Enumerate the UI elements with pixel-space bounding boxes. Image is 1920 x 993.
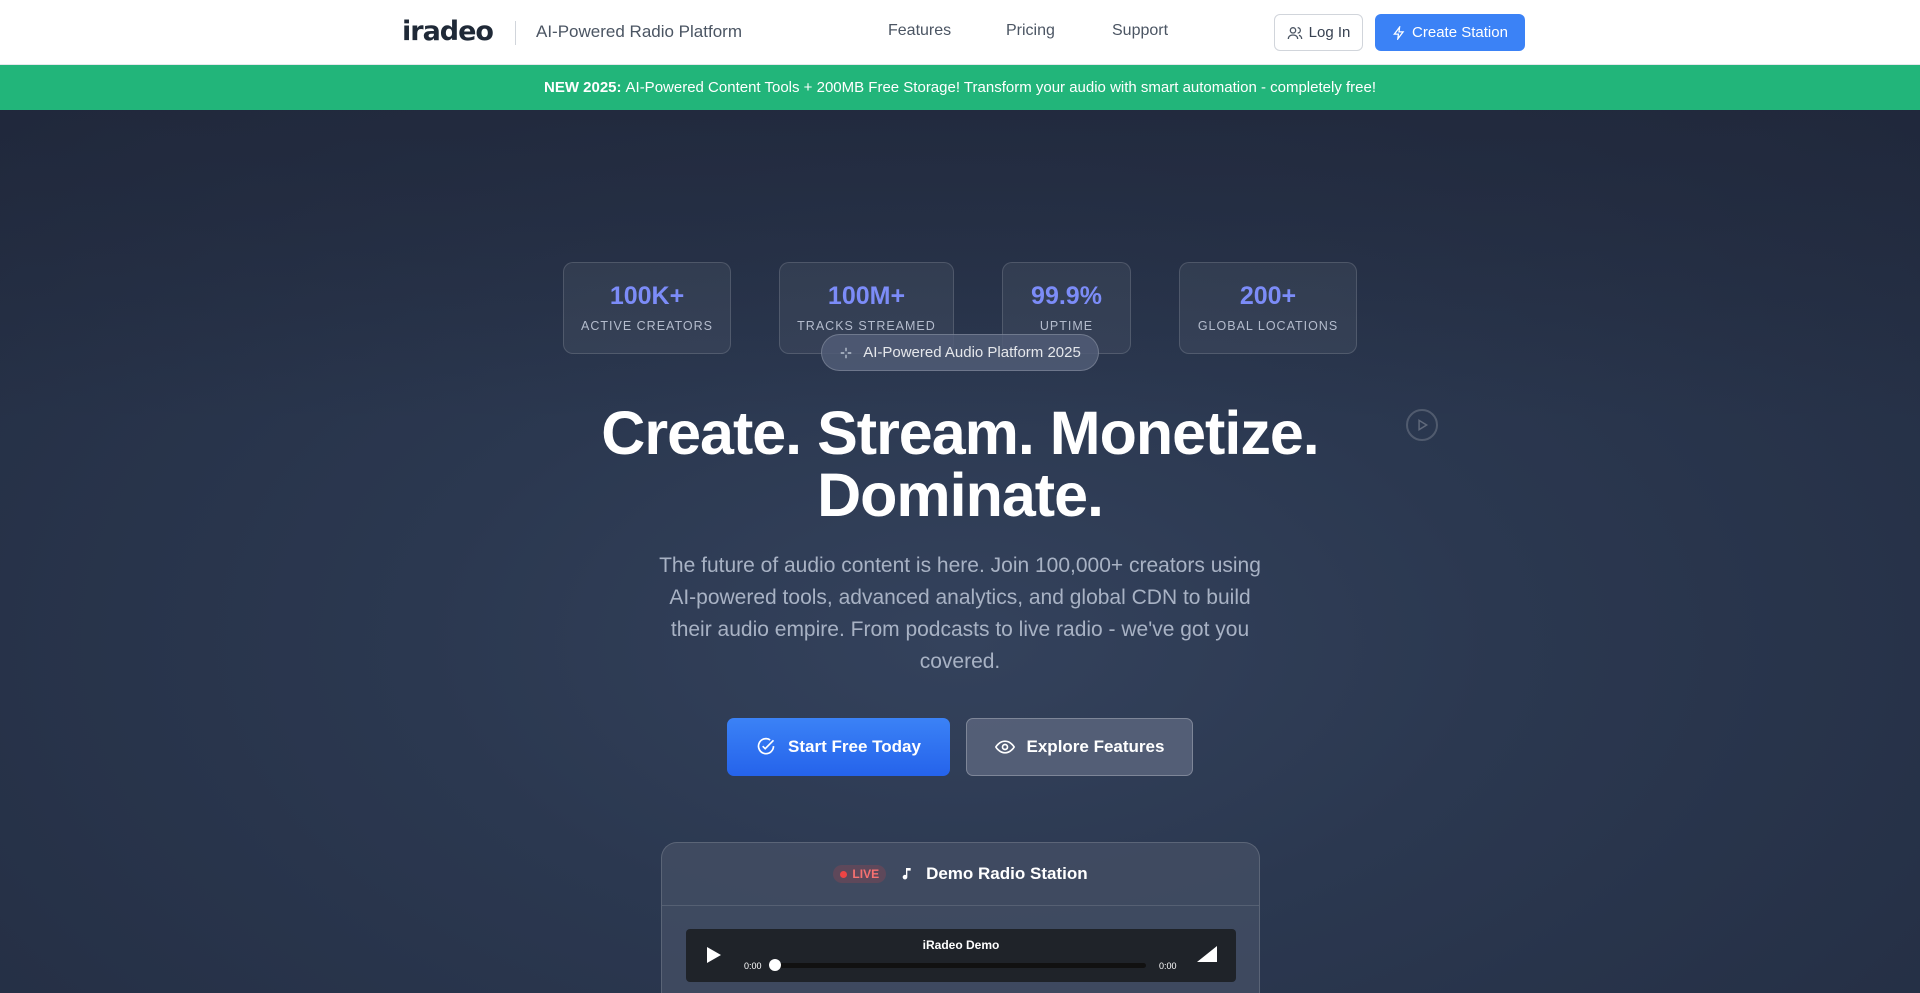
start-free-label: Start Free Today xyxy=(788,737,921,756)
start-free-button[interactable]: Start Free Today xyxy=(727,718,950,776)
banner-text: AI-Powered Content Tools + 200MB Free St… xyxy=(625,79,1377,96)
stat-label: ACTIVE CREATORS xyxy=(581,319,713,333)
login-label: Log In xyxy=(1308,24,1351,41)
audio-player: iRadeo Demo 0:00 0:00 xyxy=(686,929,1236,982)
live-label: LIVE xyxy=(852,867,880,881)
headline-line-1: Create. Stream. Monetize. xyxy=(601,399,1319,467)
login-button[interactable]: Log In xyxy=(1274,14,1363,51)
logo-divider xyxy=(515,21,516,45)
bolt-icon xyxy=(1393,25,1405,40)
top-header: iradeo AI-Powered Radio Platform Feature… xyxy=(0,0,1920,65)
user-icon xyxy=(1287,26,1302,39)
stat-label: GLOBAL LOCATIONS xyxy=(1197,319,1339,333)
station-name: Demo Radio Station xyxy=(926,864,1088,883)
stat-card-locations: 200+ GLOBAL LOCATIONS xyxy=(1179,262,1357,354)
nav-features[interactable]: Features xyxy=(888,22,951,40)
pill-text: AI-Powered Audio Platform 2025 xyxy=(863,344,1081,361)
stat-value: 100K+ xyxy=(609,282,685,310)
stat-value: 99.9% xyxy=(1031,282,1102,310)
header-tagline: AI-Powered Radio Platform xyxy=(536,22,742,41)
live-dot xyxy=(840,870,848,878)
create-station-button[interactable]: Create Station xyxy=(1375,14,1525,51)
explore-features-label: Explore Features xyxy=(1026,737,1165,756)
stat-value: 100M+ xyxy=(827,282,906,310)
hero-headline: Create. Stream. Monetize. Dominate. xyxy=(460,402,1460,526)
time-current: 0:00 xyxy=(744,961,762,971)
explore-features-button[interactable]: Explore Features xyxy=(966,718,1193,776)
time-total: 0:00 xyxy=(1159,961,1177,971)
stat-card-creators: 100K+ ACTIVE CREATORS xyxy=(563,262,731,354)
platform-pill: AI-Powered Audio Platform 2025 xyxy=(821,334,1099,371)
stat-value: 200+ xyxy=(1239,282,1297,310)
music-note-icon xyxy=(902,868,911,880)
player-header: LIVE Demo Radio Station xyxy=(662,843,1259,906)
stat-label: TRACKS STREAMED xyxy=(797,319,936,333)
live-badge: LIVE xyxy=(833,865,887,883)
audio-title: iRadeo Demo xyxy=(922,938,1000,952)
nav-pricing[interactable]: Pricing xyxy=(1006,22,1055,40)
stat-label: UPTIME xyxy=(1039,319,1094,333)
progress-track[interactable] xyxy=(774,963,1146,968)
hero-subtitle: The future of audio content is here. Joi… xyxy=(659,554,1261,673)
volume-icon[interactable] xyxy=(1197,946,1217,962)
create-station-label: Create Station xyxy=(1412,24,1508,41)
logo[interactable]: iradeo xyxy=(402,16,494,47)
nav-support[interactable]: Support xyxy=(1112,22,1168,40)
sparkle-icon xyxy=(840,347,852,358)
check-circle-icon xyxy=(757,737,775,755)
headline-line-2: Dominate. xyxy=(817,461,1104,529)
promo-banner: NEW 2025: AI-Powered Content Tools + 200… xyxy=(0,65,1920,110)
progress-knob[interactable] xyxy=(769,959,781,971)
demo-player-card: LIVE Demo Radio Station iRadeo Demo 0:00… xyxy=(661,842,1260,993)
banner-badge: NEW 2025: xyxy=(543,79,622,96)
eye-icon xyxy=(994,740,1015,754)
